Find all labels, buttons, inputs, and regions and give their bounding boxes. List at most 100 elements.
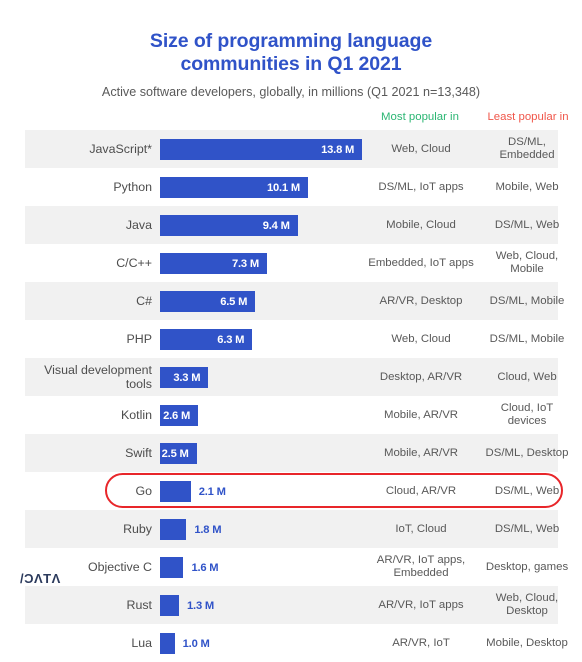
language-label: Lua (131, 636, 152, 650)
value-bar (160, 557, 184, 578)
row-content: Visual development tools 3.3 M Desktop, AR… (0, 358, 582, 396)
bar-value-label: 1.3 M (187, 599, 215, 612)
bar-value-label: 7.3 M (231, 257, 259, 270)
bar-value-label: 2.6 M (163, 409, 191, 422)
value-bar (160, 481, 191, 502)
cell-most-popular: AR/VR, IoT apps, Embedded (376, 554, 466, 579)
column-header-most-popular: Most popular in (381, 111, 459, 123)
cell-least-popular: DS/ML, Mobile (489, 294, 565, 307)
chart-row: Rust 1.3 M AR/VR, IoT apps Web, Cloud, Desk… (0, 586, 582, 624)
chart-row: Java 9.4 M Mobile, Cloud DS/ML, Web (0, 206, 582, 244)
cell-least-popular: DS/ML, Web (494, 522, 560, 535)
cell-most-popular: IoT, Cloud (395, 522, 447, 535)
column-header-least-popular: Least popular in (487, 111, 569, 123)
cell-most-popular: AR/VR, IoT apps (378, 598, 464, 611)
row-content: Go 2.1 M Cloud, AR/VR DS/ML, Web (0, 472, 582, 510)
bar-value-label: 2.5 M (161, 447, 189, 460)
chart-row: Objective C 1.6 M AR/VR, IoT apps, Embedde… (0, 548, 582, 586)
bar-area: 7.3 M (160, 244, 370, 282)
bar-area: 6.3 M (160, 320, 370, 358)
chart-container: Size of programming language communities… (0, 0, 582, 654)
chart-title-line1: Size of programming language (149, 30, 433, 52)
chart-rows: JavaScript* 13.8 M Web, Cloud DS/ML, Embedd… (0, 130, 582, 662)
cell-least-popular: DS/ML, Mobile (489, 332, 565, 345)
row-content: Kotlin 2.6 M Mobile, AR/VR Cloud, IoT devic… (0, 396, 582, 434)
bar-area: 3.3 M (160, 358, 370, 396)
chart-row: Visual development tools 3.3 M Desktop, AR… (0, 358, 582, 396)
cell-most-popular: Desktop, AR/VR (379, 370, 463, 383)
logo-text: /ƆΛTΛ (20, 571, 61, 586)
cell-least-popular: DS/ML, Desktop (485, 446, 569, 459)
language-label: Rust (126, 598, 152, 612)
bar-area: 2.5 M (160, 434, 370, 472)
cell-least-popular: Cloud, Web (497, 370, 557, 383)
cell-least-popular: Web, Cloud, Desktop (495, 592, 559, 617)
chart-row: Swift 2.5 M Mobile, AR/VR DS/ML, Desktop (0, 434, 582, 472)
row-content: Objective C 1.6 M AR/VR, IoT apps, Embedde… (0, 548, 582, 586)
language-label: Python (113, 180, 152, 194)
cell-most-popular: Mobile, AR/VR (383, 408, 459, 421)
cell-least-popular: DS/ML, Embedded (499, 136, 555, 161)
bar-area: 1.8 M (160, 510, 370, 548)
bar-area: 1.3 M (160, 586, 370, 624)
slashdata-logo: /ƆΛTΛ (20, 571, 61, 586)
value-bar (160, 595, 180, 616)
row-content: Swift 2.5 M Mobile, AR/VR DS/ML, Desktop (0, 434, 582, 472)
bar-value-label: 2.1 M (198, 485, 226, 498)
bar-value-label: 6.3 M (217, 333, 245, 346)
cell-most-popular: Embedded, IoT apps (368, 256, 474, 269)
chart-row: Go 2.1 M Cloud, AR/VR DS/ML, Web (0, 472, 582, 510)
bar-area: 10.1 M (160, 168, 370, 206)
language-label: Ruby (123, 522, 152, 536)
language-label: C/C++ (116, 256, 152, 270)
cell-most-popular: Mobile, AR/VR (383, 446, 459, 459)
bar-area: 6.5 M (160, 282, 370, 320)
row-content: PHP 6.3 M Web, Cloud DS/ML, Mobile (0, 320, 582, 358)
column-headers: Most popular in Least popular in (0, 110, 582, 126)
chart-row: JavaScript* 13.8 M Web, Cloud DS/ML, Embedd… (0, 130, 582, 168)
title-block: Size of programming language communities… (0, 0, 582, 101)
chart-title-line2: communities in Q1 2021 (180, 53, 402, 75)
bar-area: 1.6 M (160, 548, 370, 586)
value-bar (160, 633, 175, 654)
row-content: C# 6.5 M AR/VR, Desktop DS/ML, Mobile (0, 282, 582, 320)
bar-value-label: 10.1 M (266, 181, 300, 194)
cell-most-popular: Mobile, Cloud (386, 218, 456, 231)
chart-subtitle: Active software developers, globally, in… (101, 85, 481, 99)
bar-value-label: 1.6 M (191, 561, 219, 574)
language-label: PHP (126, 332, 152, 346)
cell-least-popular: Mobile, Desktop (486, 636, 568, 649)
language-label: JavaScript* (89, 142, 152, 156)
cell-least-popular: Desktop, games (485, 560, 569, 573)
cell-most-popular: Web, Cloud (391, 142, 451, 155)
language-label: C# (136, 294, 152, 308)
bar-value-label: 3.3 M (173, 371, 201, 384)
bar-area: 1.0 M (160, 624, 370, 662)
cell-most-popular: DS/ML, IoT apps (378, 180, 464, 193)
row-content: Lua 1.0 M AR/VR, IoT Mobile, Desktop (0, 624, 582, 662)
cell-most-popular: AR/VR, Desktop (379, 294, 463, 307)
language-label: Go (135, 484, 152, 498)
bar-value-label: 9.4 M (262, 219, 290, 232)
language-label: Kotlin (121, 408, 152, 422)
row-content: Ruby 1.8 M IoT, Cloud DS/ML, Web (0, 510, 582, 548)
row-content: Rust 1.3 M AR/VR, IoT apps Web, Cloud, Desk… (0, 586, 582, 624)
cell-least-popular: DS/ML, Web (494, 484, 560, 497)
cell-least-popular: Cloud, IoT devices (500, 402, 554, 427)
chart-row: PHP 6.3 M Web, Cloud DS/ML, Mobile (0, 320, 582, 358)
cell-least-popular: Web, Cloud, Mobile (495, 250, 559, 275)
bar-value-label: 13.8 M (321, 143, 355, 156)
bar-value-label: 6.5 M (220, 295, 248, 308)
cell-most-popular: Cloud, AR/VR (385, 484, 457, 497)
chart-row: C/C++ 7.3 M Embedded, IoT apps Web, Cloud, … (0, 244, 582, 282)
chart-row: Lua 1.0 M AR/VR, IoT Mobile, Desktop (0, 624, 582, 662)
bar-area: 13.8 M (160, 130, 370, 168)
bar-area: 9.4 M (160, 206, 370, 244)
cell-least-popular: DS/ML, Web (494, 218, 560, 231)
language-label: Visual development tools (44, 363, 152, 391)
row-content: Java 9.4 M Mobile, Cloud DS/ML, Web (0, 206, 582, 244)
page-title: Size of programming language communities… (111, 30, 471, 76)
cell-most-popular: AR/VR, IoT (392, 636, 450, 649)
row-content: Python 10.1 M DS/ML, IoT apps Mobile, Web (0, 168, 582, 206)
bar-value-label: 1.8 M (194, 523, 222, 536)
